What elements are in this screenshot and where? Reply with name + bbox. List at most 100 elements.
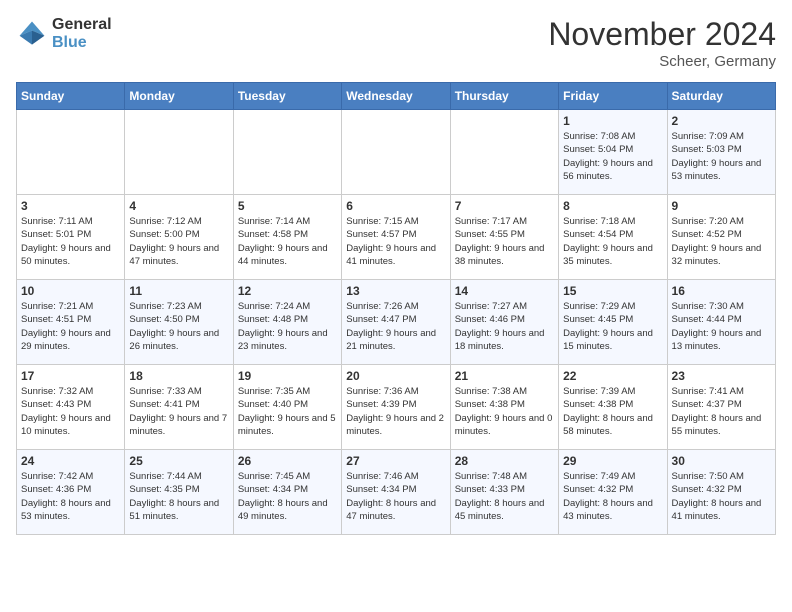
- day-info: Sunrise: 7:32 AM Sunset: 4:43 PM Dayligh…: [21, 385, 120, 438]
- calendar-week-row: 1 Sunrise: 7:08 AM Sunset: 5:04 PM Daylig…: [17, 110, 776, 195]
- day-number: 1: [563, 114, 662, 128]
- calendar-day-cell: 14 Sunrise: 7:27 AM Sunset: 4:46 PM Dayli…: [450, 280, 558, 365]
- day-number: 18: [129, 369, 228, 383]
- calendar-day-cell: 9 Sunrise: 7:20 AM Sunset: 4:52 PM Daylig…: [667, 195, 775, 280]
- day-info: Sunrise: 7:23 AM Sunset: 4:50 PM Dayligh…: [129, 300, 228, 353]
- logo-icon: [16, 18, 48, 50]
- day-number: 9: [672, 199, 771, 213]
- day-info: Sunrise: 7:08 AM Sunset: 5:04 PM Dayligh…: [563, 130, 662, 183]
- calendar-day-cell: 26Sunrise: 7:45 AM Sunset: 4:34 PM Dayli…: [233, 450, 341, 535]
- calendar-day-cell: 10 Sunrise: 7:21 AM Sunset: 4:51 PM Dayli…: [17, 280, 125, 365]
- calendar-day-cell: 5Sunrise: 7:14 AM Sunset: 4:58 PM Daylig…: [233, 195, 341, 280]
- calendar-day-cell: 1 Sunrise: 7:08 AM Sunset: 5:04 PM Daylig…: [559, 110, 667, 195]
- calendar-day-cell: 22Sunrise: 7:39 AM Sunset: 4:38 PM Dayli…: [559, 365, 667, 450]
- day-number: 7: [455, 199, 554, 213]
- calendar-day-cell: 25 Sunrise: 7:44 AM Sunset: 4:35 PM Dayli…: [125, 450, 233, 535]
- header-row: SundayMondayTuesdayWednesdayThursdayFrid…: [17, 83, 776, 110]
- day-number: 12: [238, 284, 337, 298]
- calendar-day-cell: 16Sunrise: 7:30 AM Sunset: 4:44 PM Dayli…: [667, 280, 775, 365]
- calendar-week-row: 3 Sunrise: 7:11 AM Sunset: 5:01 PM Daylig…: [17, 195, 776, 280]
- calendar-table: SundayMondayTuesdayWednesdayThursdayFrid…: [16, 82, 776, 535]
- day-info: Sunrise: 7:20 AM Sunset: 4:52 PM Dayligh…: [672, 215, 771, 268]
- day-number: 24: [21, 454, 120, 468]
- day-info: Sunrise: 7:35 AM Sunset: 4:40 PM Dayligh…: [238, 385, 337, 438]
- day-info: Sunrise: 7:09 AM Sunset: 5:03 PM Dayligh…: [672, 130, 771, 183]
- day-info: Sunrise: 7:18 AM Sunset: 4:54 PM Dayligh…: [563, 215, 662, 268]
- day-info: Sunrise: 7:36 AM Sunset: 4:39 PM Dayligh…: [346, 385, 445, 438]
- day-info: Sunrise: 7:33 AM Sunset: 4:41 PM Dayligh…: [129, 385, 228, 438]
- day-info: Sunrise: 7:15 AM Sunset: 4:57 PM Dayligh…: [346, 215, 445, 268]
- day-number: 11: [129, 284, 228, 298]
- calendar-day-cell: [125, 110, 233, 195]
- day-number: 27: [346, 454, 445, 468]
- day-info: Sunrise: 7:49 AM Sunset: 4:32 PM Dayligh…: [563, 470, 662, 523]
- day-number: 3: [21, 199, 120, 213]
- calendar-day-cell: 4 Sunrise: 7:12 AM Sunset: 5:00 PM Daylig…: [125, 195, 233, 280]
- day-number: 10: [21, 284, 120, 298]
- day-number: 29: [563, 454, 662, 468]
- day-info: Sunrise: 7:48 AM Sunset: 4:33 PM Dayligh…: [455, 470, 554, 523]
- calendar-day-cell: 21Sunrise: 7:38 AM Sunset: 4:38 PM Dayli…: [450, 365, 558, 450]
- day-number: 15: [563, 284, 662, 298]
- day-info: Sunrise: 7:29 AM Sunset: 4:45 PM Dayligh…: [563, 300, 662, 353]
- calendar-day-cell: 29 Sunrise: 7:49 AM Sunset: 4:32 PM Dayli…: [559, 450, 667, 535]
- calendar-day-cell: 17Sunrise: 7:32 AM Sunset: 4:43 PM Dayli…: [17, 365, 125, 450]
- calendar-day-cell: 23 Sunrise: 7:41 AM Sunset: 4:37 PM Dayli…: [667, 365, 775, 450]
- calendar-day-cell: 2 Sunrise: 7:09 AM Sunset: 5:03 PM Daylig…: [667, 110, 775, 195]
- day-info: Sunrise: 7:46 AM Sunset: 4:34 PM Dayligh…: [346, 470, 445, 523]
- day-info: Sunrise: 7:17 AM Sunset: 4:55 PM Dayligh…: [455, 215, 554, 268]
- day-info: Sunrise: 7:50 AM Sunset: 4:32 PM Dayligh…: [672, 470, 771, 523]
- day-info: Sunrise: 7:21 AM Sunset: 4:51 PM Dayligh…: [21, 300, 120, 353]
- day-header: Thursday: [450, 83, 558, 110]
- calendar-day-cell: 24Sunrise: 7:42 AM Sunset: 4:36 PM Dayli…: [17, 450, 125, 535]
- calendar-day-cell: 30 Sunrise: 7:50 AM Sunset: 4:32 PM Dayli…: [667, 450, 775, 535]
- location: Scheer, Germany: [548, 53, 776, 70]
- day-number: 14: [455, 284, 554, 298]
- calendar-day-cell: 15 Sunrise: 7:29 AM Sunset: 4:45 PM Dayli…: [559, 280, 667, 365]
- day-number: 20: [346, 369, 445, 383]
- calendar-day-cell: 8 Sunrise: 7:18 AM Sunset: 4:54 PM Daylig…: [559, 195, 667, 280]
- day-number: 19: [238, 369, 337, 383]
- day-info: Sunrise: 7:12 AM Sunset: 5:00 PM Dayligh…: [129, 215, 228, 268]
- logo-text: General Blue: [52, 16, 112, 52]
- calendar-day-cell: 7 Sunrise: 7:17 AM Sunset: 4:55 PM Daylig…: [450, 195, 558, 280]
- day-number: 28: [455, 454, 554, 468]
- page-header: General Blue November 2024 Scheer, Germa…: [16, 16, 776, 70]
- day-info: Sunrise: 7:41 AM Sunset: 4:37 PM Dayligh…: [672, 385, 771, 438]
- day-info: Sunrise: 7:45 AM Sunset: 4:34 PM Dayligh…: [238, 470, 337, 523]
- calendar-day-cell: [233, 110, 341, 195]
- day-info: Sunrise: 7:26 AM Sunset: 4:47 PM Dayligh…: [346, 300, 445, 353]
- day-info: Sunrise: 7:24 AM Sunset: 4:48 PM Dayligh…: [238, 300, 337, 353]
- day-number: 13: [346, 284, 445, 298]
- day-info: Sunrise: 7:44 AM Sunset: 4:35 PM Dayligh…: [129, 470, 228, 523]
- calendar-day-cell: 11 Sunrise: 7:23 AM Sunset: 4:50 PM Dayli…: [125, 280, 233, 365]
- calendar-week-row: 17Sunrise: 7:32 AM Sunset: 4:43 PM Dayli…: [17, 365, 776, 450]
- calendar-header: SundayMondayTuesdayWednesdayThursdayFrid…: [17, 83, 776, 110]
- day-number: 30: [672, 454, 771, 468]
- day-header: Monday: [125, 83, 233, 110]
- day-number: 4: [129, 199, 228, 213]
- day-header: Friday: [559, 83, 667, 110]
- calendar-day-cell: [342, 110, 450, 195]
- calendar-week-row: 24Sunrise: 7:42 AM Sunset: 4:36 PM Dayli…: [17, 450, 776, 535]
- day-number: 25: [129, 454, 228, 468]
- calendar-day-cell: 19 Sunrise: 7:35 AM Sunset: 4:40 PM Dayli…: [233, 365, 341, 450]
- calendar-day-cell: 13 Sunrise: 7:26 AM Sunset: 4:47 PM Dayli…: [342, 280, 450, 365]
- month-title: November 2024: [548, 16, 776, 53]
- day-number: 16: [672, 284, 771, 298]
- calendar-day-cell: 20 Sunrise: 7:36 AM Sunset: 4:39 PM Dayli…: [342, 365, 450, 450]
- day-header: Wednesday: [342, 83, 450, 110]
- day-info: Sunrise: 7:27 AM Sunset: 4:46 PM Dayligh…: [455, 300, 554, 353]
- day-info: Sunrise: 7:11 AM Sunset: 5:01 PM Dayligh…: [21, 215, 120, 268]
- calendar-day-cell: 27 Sunrise: 7:46 AM Sunset: 4:34 PM Dayli…: [342, 450, 450, 535]
- title-block: November 2024 Scheer, Germany: [548, 16, 776, 70]
- day-number: 8: [563, 199, 662, 213]
- day-number: 2: [672, 114, 771, 128]
- day-header: Tuesday: [233, 83, 341, 110]
- logo: General Blue: [16, 16, 112, 52]
- calendar-week-row: 10 Sunrise: 7:21 AM Sunset: 4:51 PM Dayli…: [17, 280, 776, 365]
- calendar-day-cell: 6Sunrise: 7:15 AM Sunset: 4:57 PM Daylig…: [342, 195, 450, 280]
- calendar-day-cell: 28 Sunrise: 7:48 AM Sunset: 4:33 PM Dayli…: [450, 450, 558, 535]
- day-number: 23: [672, 369, 771, 383]
- day-number: 21: [455, 369, 554, 383]
